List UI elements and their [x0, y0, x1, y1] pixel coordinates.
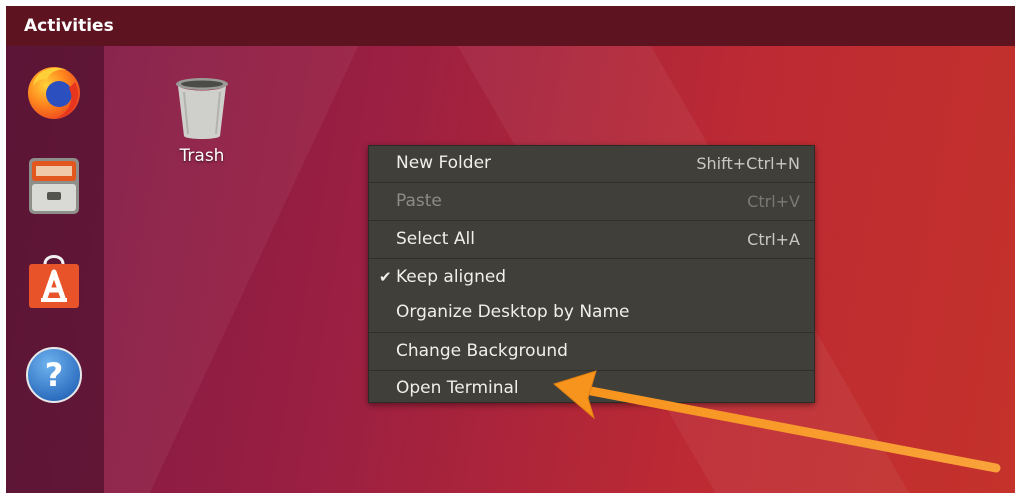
dock-item-software[interactable]	[23, 250, 85, 312]
checkmark-icon: ✔	[379, 268, 392, 286]
svg-text:?: ?	[45, 356, 64, 394]
menu-item-label: Select All	[396, 229, 475, 249]
menu-item-shortcut: Shift+Ctrl+N	[696, 153, 800, 173]
menu-item-open-terminal[interactable]: Open Terminal	[369, 372, 814, 404]
menu-separator	[369, 258, 814, 259]
menu-item-label: Open Terminal	[396, 378, 519, 398]
activities-button[interactable]: Activities	[24, 16, 114, 36]
menu-item-paste[interactable]: Paste Ctrl+V	[369, 185, 814, 217]
menu-item-keep-aligned[interactable]: ✔ Keep aligned	[369, 261, 814, 293]
dock: ?	[6, 46, 104, 493]
menu-item-organize-desktop[interactable]: Organize Desktop by Name	[369, 296, 814, 328]
desktop-context-menu: New Folder Shift+Ctrl+N Paste Ctrl+V Sel…	[368, 145, 815, 403]
menu-separator	[369, 182, 814, 183]
menu-item-label: Paste	[396, 191, 442, 211]
dock-item-firefox[interactable]	[23, 60, 85, 122]
menu-item-select-all[interactable]: Select All Ctrl+A	[369, 223, 814, 255]
menu-item-new-folder[interactable]: New Folder Shift+Ctrl+N	[369, 147, 814, 179]
menu-item-label: Organize Desktop by Name	[396, 302, 630, 322]
menu-separator	[369, 220, 814, 221]
dock-item-files[interactable]	[23, 154, 85, 216]
software-center-icon	[29, 255, 79, 308]
top-bar: Activities	[6, 6, 1015, 46]
firefox-icon	[28, 67, 80, 119]
dock-item-help[interactable]: ?	[23, 344, 85, 406]
menu-separator	[369, 332, 814, 333]
menu-item-shortcut: Ctrl+A	[747, 229, 800, 249]
menu-separator	[369, 370, 814, 371]
menu-item-change-background[interactable]: Change Background	[369, 335, 814, 367]
menu-item-label: Change Background	[396, 341, 568, 361]
menu-item-label: New Folder	[396, 153, 492, 173]
help-icon: ?	[26, 347, 82, 403]
trash-icon	[176, 78, 228, 139]
trash-label: Trash	[179, 146, 225, 166]
menu-item-shortcut: Ctrl+V	[747, 191, 800, 211]
menu-item-label: Keep aligned	[396, 267, 507, 287]
files-icon	[29, 158, 79, 214]
desktop-icon-trash[interactable]: Trash	[162, 76, 242, 166]
desktop-screen: Activities ? Trash New Folder Shift+Ctrl…	[6, 6, 1015, 493]
